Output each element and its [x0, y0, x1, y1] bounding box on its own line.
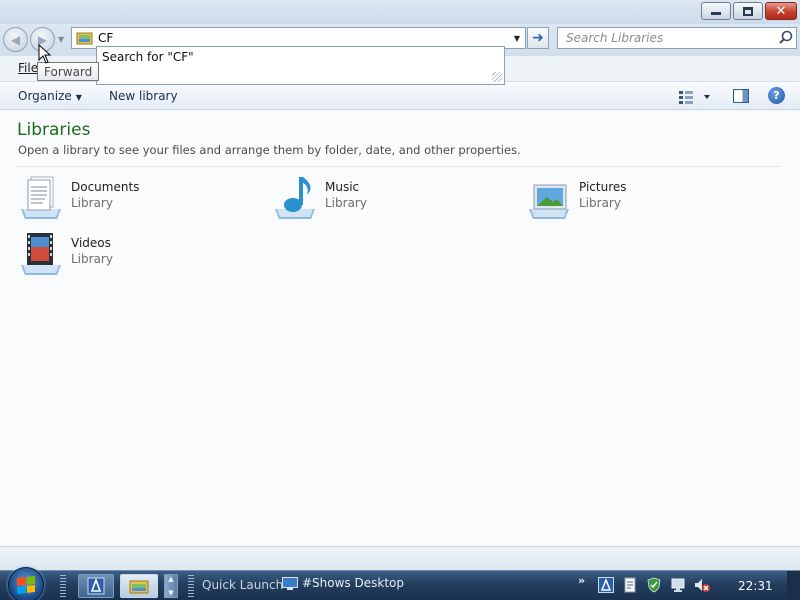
views-icon [679, 91, 710, 104]
library-item-videos[interactable]: Videos Library [17, 229, 247, 279]
resize-grip-icon[interactable] [492, 72, 502, 82]
organize-button[interactable]: Organize ▼ [18, 89, 82, 103]
library-item-documents[interactable]: Documents Library [17, 173, 247, 223]
go-button[interactable]: ➜ [527, 27, 549, 49]
menu-file[interactable]: File [18, 61, 38, 75]
show-hidden-icons-button[interactable]: » [578, 574, 585, 587]
start-button[interactable] [8, 567, 44, 600]
forward-tooltip: Forward [37, 62, 100, 81]
back-button[interactable]: ◀ [3, 27, 28, 52]
title-bar[interactable]: ✕ [0, 0, 800, 24]
taskbar-scroll-button[interactable]: ▲ ▼ [164, 574, 178, 598]
page-title: Libraries [17, 120, 91, 140]
show-desktop-strip[interactable] [787, 571, 800, 600]
taskbar-app-button[interactable] [78, 574, 114, 598]
explorer-folder-icon [129, 580, 149, 594]
windows-logo-icon [17, 576, 35, 594]
go-arrow-icon: ➜ [532, 30, 544, 46]
tray-document-icon[interactable] [622, 577, 638, 593]
page-description: Open a library to see your files and arr… [18, 143, 521, 157]
taskbar-explorer-button[interactable] [120, 574, 158, 598]
minimize-icon [711, 12, 721, 15]
divider [17, 166, 782, 167]
clock[interactable]: 22:31 [738, 579, 773, 593]
maximize-icon [743, 6, 753, 16]
documents-library-icon [17, 173, 65, 221]
search-icon[interactable] [776, 28, 796, 48]
library-item-pictures[interactable]: Pictures Library [525, 173, 755, 223]
mouse-pointer-icon [38, 43, 52, 64]
explorer-window: ✕ ◀ ▶ ▼ CF ▼ ➜ Search Libraries File Org… [0, 0, 800, 570]
recent-pages-dropdown[interactable]: ▼ [58, 35, 64, 44]
address-input[interactable]: CF [98, 31, 509, 45]
search-box[interactable] [557, 27, 797, 49]
library-type: Library [71, 252, 113, 266]
autocomplete-suggestion[interactable]: Search for "CF" [102, 50, 194, 64]
command-bar: Organize ▼ New library ? [0, 82, 800, 110]
music-library-icon [271, 173, 319, 221]
library-type: Library [579, 196, 621, 210]
chevron-down-icon: ▼ [75, 93, 82, 102]
address-dropdown-icon[interactable]: ▼ [509, 34, 525, 43]
maximize-button[interactable] [733, 2, 763, 20]
close-icon: ✕ [775, 3, 787, 19]
taskbar: ▲ ▼ Quick Launch #Shows Desktop » 22:31 [0, 567, 800, 600]
help-button[interactable]: ? [768, 87, 785, 104]
change-view-button[interactable] [678, 89, 712, 105]
security-shield-icon[interactable] [646, 577, 662, 593]
libraries-folder-icon [76, 31, 94, 45]
library-item-music[interactable]: Music Library [271, 173, 501, 223]
library-name: Videos [71, 236, 111, 250]
show-desktop-icon [282, 576, 298, 590]
volume-muted-icon[interactable] [694, 577, 710, 593]
tray-app-icon[interactable] [598, 577, 614, 593]
quick-launch-grip[interactable] [188, 575, 194, 597]
network-icon[interactable] [670, 577, 686, 593]
address-autocomplete: Search for "CF" [96, 46, 505, 85]
videos-library-icon [17, 229, 65, 277]
quick-launch-label: Quick Launch [202, 578, 284, 592]
library-name: Documents [71, 180, 140, 194]
library-type: Library [71, 196, 113, 210]
organize-label: Organize [18, 89, 72, 103]
content-pane: Libraries Open a library to see your fil… [0, 111, 800, 546]
status-bar [0, 546, 800, 570]
show-desktop-button[interactable]: #Shows Desktop [282, 576, 404, 590]
close-button[interactable]: ✕ [765, 2, 797, 20]
library-type: Library [325, 196, 367, 210]
pictures-library-icon [525, 173, 573, 221]
library-name: Pictures [579, 180, 627, 194]
library-name: Music [325, 180, 360, 194]
back-arrow-icon: ◀ [10, 32, 21, 47]
tooltip-text: Forward [44, 64, 93, 79]
minimize-button[interactable] [701, 2, 731, 20]
preview-pane-button[interactable] [733, 89, 749, 103]
new-library-button[interactable]: New library [109, 89, 178, 103]
app-icon [87, 577, 105, 595]
show-desktop-label: #Shows Desktop [302, 576, 404, 590]
help-icon: ? [773, 89, 780, 102]
taskbar-grip[interactable] [60, 575, 66, 597]
search-input[interactable] [566, 31, 776, 45]
